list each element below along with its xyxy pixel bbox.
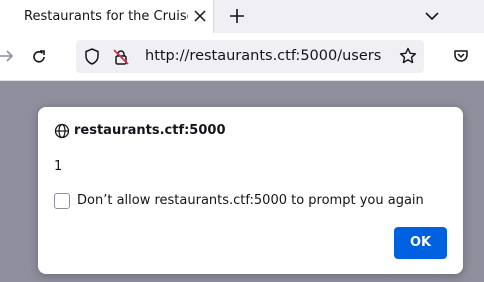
dont-prompt-label[interactable]: Don’t allow restaurants.ctf:5000 to prom…	[77, 192, 424, 209]
chevron-down-icon[interactable]	[424, 9, 440, 23]
plus-icon[interactable]	[228, 7, 246, 25]
tab-title: Restaurants for the Cruise	[24, 9, 188, 24]
reload-icon[interactable]	[30, 48, 48, 66]
navigation-bar: http://restaurants.ctf:5000/users	[0, 33, 484, 81]
tab-restaurants[interactable]: Restaurants for the Cruise	[0, 0, 214, 33]
star-icon[interactable]	[399, 47, 417, 65]
dialog-message: 1	[54, 159, 63, 174]
dont-prompt-checkbox[interactable]	[54, 193, 70, 209]
insecure-lock-icon[interactable]	[112, 48, 130, 66]
url-bar[interactable]: http://restaurants.ctf:5000/users	[76, 40, 424, 73]
globe-icon	[54, 123, 70, 139]
dialog-origin: restaurants.ctf:5000	[74, 123, 226, 138]
ok-button[interactable]: OK	[394, 227, 447, 259]
shield-icon[interactable]	[84, 48, 100, 65]
tab-strip: Restaurants for the Cruise	[0, 0, 484, 33]
url-text[interactable]: http://restaurants.ctf:5000/users	[145, 48, 381, 65]
back-arrow-icon[interactable]	[0, 49, 14, 63]
close-icon[interactable]	[192, 8, 208, 24]
pocket-icon[interactable]	[453, 48, 469, 64]
alert-dialog: restaurants.ctf:5000 1 Don’t allow resta…	[38, 107, 463, 274]
